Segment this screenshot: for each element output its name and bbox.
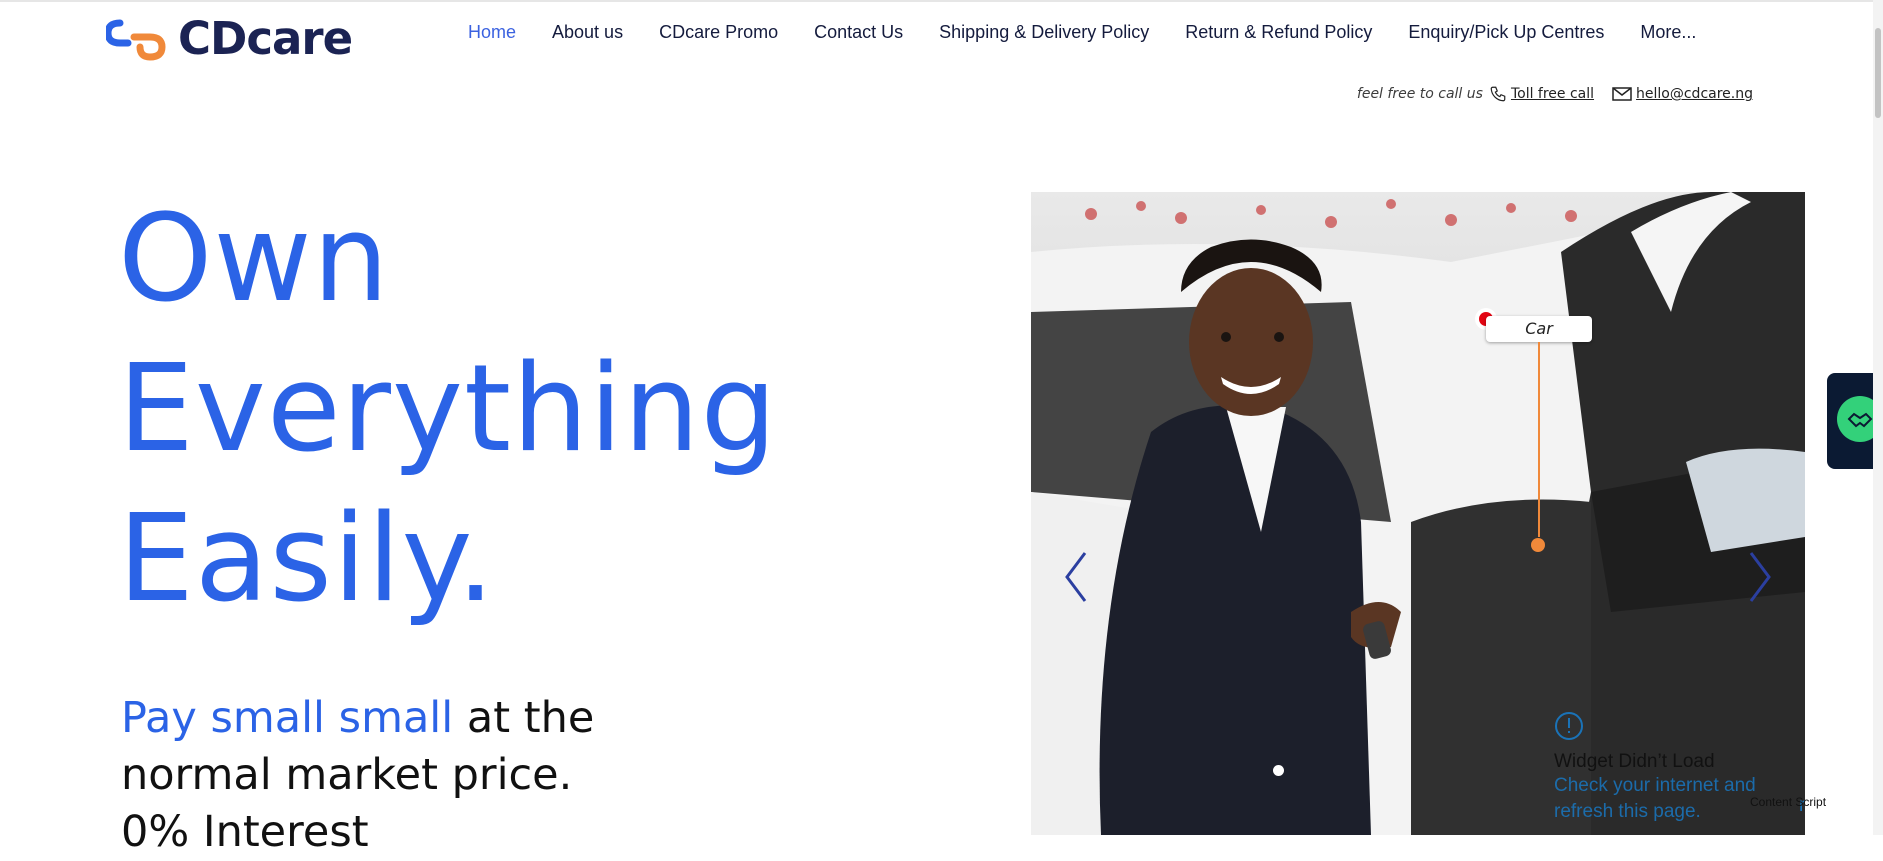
- nav-contact-us[interactable]: Contact Us: [814, 22, 903, 43]
- hotspot-anchor: [1531, 538, 1545, 552]
- alert-circle-icon: [1555, 712, 1583, 740]
- contact-bar: feel free to call us Toll free call hell…: [1357, 85, 1753, 103]
- toll-free-call-link[interactable]: Toll free call: [1511, 86, 1594, 102]
- hero-title-line-1: Own: [118, 190, 390, 329]
- hotspot-line: [1538, 342, 1540, 537]
- chevron-left-icon[interactable]: [1061, 547, 1091, 607]
- widget-title: Widget Didn’t Load: [1554, 751, 1715, 772]
- hero-title: Own Everything Easily.: [118, 185, 778, 635]
- content-script-label: Content Script: [1750, 795, 1827, 809]
- nav-cdcare-promo[interactable]: CDcare Promo: [659, 22, 778, 43]
- top-border: [0, 0, 1883, 2]
- hero-subtitle: Pay small small at the normal market pri…: [121, 690, 681, 861]
- hero-title-line-2: Everything: [118, 340, 778, 479]
- email-link[interactable]: hello@cdcare.ng: [1636, 86, 1753, 102]
- logo-mark-icon: [106, 19, 166, 61]
- nav-home[interactable]: Home: [468, 22, 516, 43]
- hero-subtitle-accent: Pay small small: [121, 693, 454, 743]
- slider-dot[interactable]: [1273, 765, 1284, 776]
- chevron-right-icon[interactable]: [1745, 547, 1775, 607]
- nav-return-refund-policy[interactable]: Return & Refund Policy: [1185, 22, 1372, 43]
- hero-slider: Car Widget Didn’t Load Check your intern…: [1031, 192, 1805, 835]
- nav-shipping-policy[interactable]: Shipping & Delivery Policy: [939, 22, 1149, 43]
- nav-enquiry-pickup[interactable]: Enquiry/Pick Up Centres: [1408, 22, 1604, 43]
- nav-more[interactable]: More...: [1640, 22, 1696, 43]
- hotspot-label[interactable]: Car: [1486, 316, 1592, 342]
- contact-prompt: feel free to call us: [1356, 86, 1483, 102]
- brand-logo[interactable]: CDcare: [106, 12, 353, 65]
- mail-icon: [1612, 86, 1632, 102]
- hero-subtitle-interest: 0% Interest: [121, 807, 369, 857]
- brand-name: CDcare: [178, 12, 353, 65]
- main-nav: Home About us CDcare Promo Contact Us Sh…: [468, 22, 1732, 43]
- phone-icon: [1489, 85, 1507, 103]
- scroll-thumb[interactable]: [1875, 28, 1881, 118]
- page-scrollbar[interactable]: [1873, 0, 1883, 835]
- hero-title-line-3: Easily.: [118, 490, 496, 629]
- nav-about-us[interactable]: About us: [552, 22, 623, 43]
